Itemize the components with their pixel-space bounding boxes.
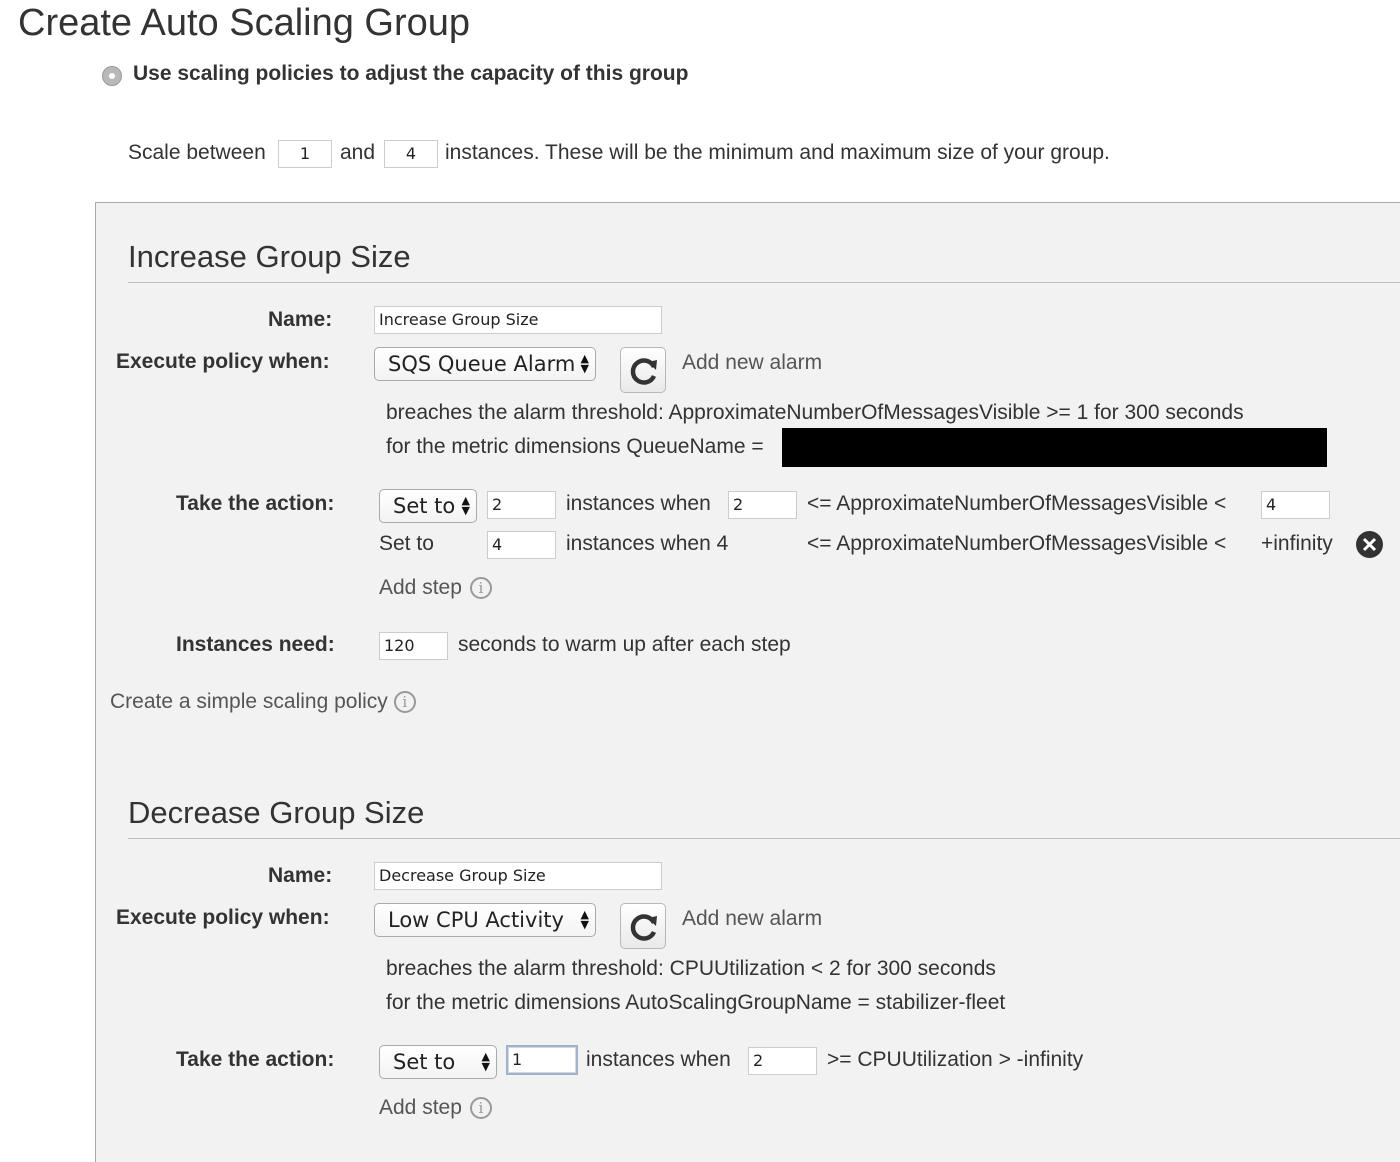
increase-step1-instances-input[interactable]: 2: [487, 491, 556, 519]
increase-step2-action: Set to: [379, 532, 434, 555]
increase-step1-action-select[interactable]: Set to ▲ ▼: [379, 489, 477, 523]
decrease-section-divider: [128, 838, 1400, 839]
increase-step2-upper: +infinity: [1261, 532, 1333, 555]
increase-add-step-link[interactable]: Add step i: [379, 576, 492, 600]
scale-between-and: and: [340, 141, 376, 164]
close-circle-icon[interactable]: [1356, 531, 1383, 558]
page-title: Create Auto Scaling Group: [18, 2, 471, 44]
increase-dimensions-text: for the metric dimensions QueueName =: [386, 435, 764, 458]
warmup-seconds-input[interactable]: 120: [379, 632, 448, 660]
refresh-icon: [630, 914, 657, 941]
decrease-step1-lower-input[interactable]: 2: [748, 1047, 817, 1075]
decrease-alarm-select[interactable]: Low CPU Activity ▲ ▼: [374, 903, 596, 937]
increase-name-label: Name:: [268, 308, 333, 331]
increase-take-action-label: Take the action:: [176, 492, 335, 515]
up-down-arrows-icon: ▲ ▼: [481, 1050, 490, 1073]
increase-section-title: Increase Group Size: [128, 239, 411, 274]
increase-step1-instances-when: instances when: [566, 492, 711, 515]
info-icon[interactable]: i: [393, 691, 416, 714]
increase-step2-instances-when: instances when 4: [566, 532, 729, 555]
increase-step2-instances-input[interactable]: 4: [487, 531, 556, 559]
instances-need-label: Instances need:: [176, 633, 335, 656]
redacted-queue-name: [782, 428, 1327, 467]
up-down-arrows-icon: ▲ ▼: [580, 908, 589, 931]
increase-step1-condition: <= ApproximateNumberOfMessagesVisible <: [807, 492, 1227, 515]
increase-alarm-select[interactable]: SQS Queue Alarm ▲ ▼: [374, 347, 596, 381]
decrease-name-input[interactable]: Decrease Group Size: [374, 862, 662, 890]
increase-step1-lower-input[interactable]: 2: [728, 491, 797, 519]
increase-execute-label: Execute policy when:: [116, 350, 330, 373]
up-down-arrows-icon: ▲ ▼: [580, 352, 589, 375]
decrease-refresh-button[interactable]: [620, 903, 666, 949]
decrease-add-step-link[interactable]: Add step i: [379, 1096, 492, 1120]
warmup-suffix: seconds to warm up after each step: [458, 633, 791, 656]
increase-section-divider: [128, 282, 1400, 283]
info-icon[interactable]: i: [469, 577, 492, 600]
increase-breach-text: breaches the alarm threshold: Approximat…: [386, 401, 1244, 424]
refresh-icon: [630, 358, 657, 385]
increase-step1-action-value: Set to: [393, 494, 456, 518]
increase-add-step-label: Add step: [379, 576, 462, 599]
create-simple-policy-label: Create a simple scaling policy: [110, 690, 388, 713]
decrease-take-action-label: Take the action:: [176, 1048, 335, 1071]
decrease-step1-condition: >= CPUUtilization > -infinity: [827, 1048, 1084, 1071]
increase-alarm-select-value: SQS Queue Alarm: [388, 352, 576, 376]
decrease-breach-text: breaches the alarm threshold: CPUUtiliza…: [386, 957, 996, 980]
decrease-step1-instances-when: instances when: [586, 1048, 731, 1071]
increase-step1-upper-input[interactable]: 4: [1261, 491, 1330, 519]
max-size-input[interactable]: 4: [384, 140, 438, 168]
decrease-step1-instances-input[interactable]: 1: [506, 1045, 578, 1075]
decrease-section-title: Decrease Group Size: [128, 795, 425, 830]
scale-between-suffix: instances. These will be the minimum and…: [445, 141, 1110, 164]
increase-refresh-button[interactable]: [620, 347, 666, 393]
decrease-add-alarm-link[interactable]: Add new alarm: [682, 907, 822, 931]
decrease-execute-label: Execute policy when:: [116, 906, 330, 929]
decrease-step1-action-select[interactable]: Set to ▲ ▼: [379, 1045, 497, 1079]
decrease-alarm-select-value: Low CPU Activity: [388, 908, 564, 932]
info-icon[interactable]: i: [469, 1097, 492, 1120]
scaling-policies-label: Use scaling policies to adjust the capac…: [133, 62, 689, 85]
scaling-policies-panel: [95, 202, 1400, 1162]
up-down-arrows-icon: ▲ ▼: [461, 494, 470, 517]
increase-add-alarm-link[interactable]: Add new alarm: [682, 351, 822, 375]
decrease-dimensions-text: for the metric dimensions AutoScalingGro…: [386, 991, 1006, 1014]
increase-step2-condition: <= ApproximateNumberOfMessagesVisible <: [807, 532, 1227, 555]
decrease-name-label: Name:: [268, 864, 333, 887]
min-size-input[interactable]: 1: [278, 140, 332, 168]
scaling-policies-radio[interactable]: [102, 66, 122, 86]
decrease-step1-action-value: Set to: [393, 1050, 456, 1074]
create-simple-policy-link[interactable]: Create a simple scaling policy i: [110, 690, 416, 714]
scale-between-prefix: Scale between: [128, 141, 266, 164]
increase-name-input[interactable]: Increase Group Size: [374, 306, 662, 334]
decrease-add-step-label: Add step: [379, 1096, 462, 1119]
